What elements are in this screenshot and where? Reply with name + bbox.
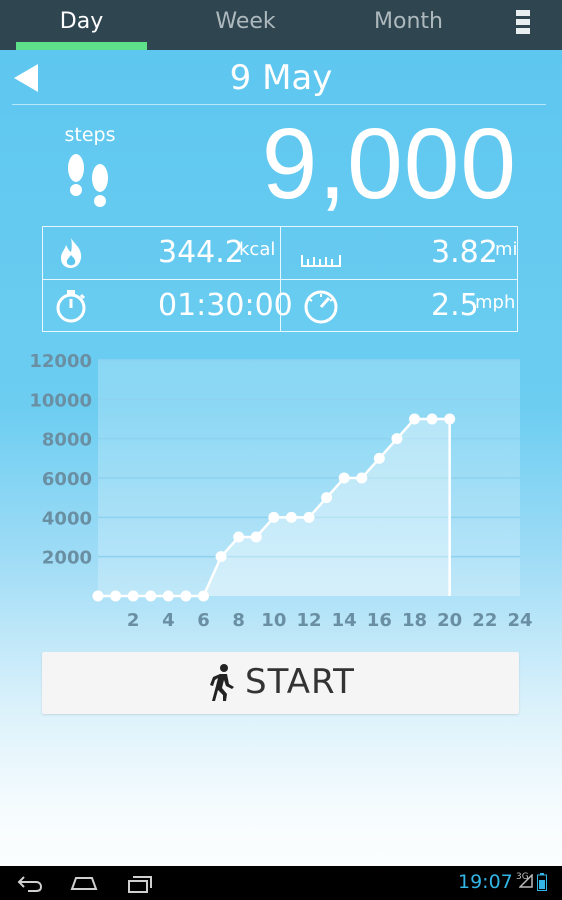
chart-data-point [215, 551, 227, 563]
steps-label: steps [64, 124, 116, 146]
nav-recents-icon[interactable] [126, 872, 154, 894]
speed-unit: mph [475, 292, 516, 313]
chart-data-point [162, 590, 174, 602]
steps-value: 9,000 [261, 108, 517, 220]
footprints-icon [68, 154, 108, 207]
calories-cell: 344.2 kcal [43, 227, 280, 279]
y-tick-label: 8000 [42, 430, 92, 451]
x-tick-label: 12 [296, 610, 321, 631]
steps-chart: 200040006000800010000120002 4 6 8 10 12 14 16 18… [29, 351, 532, 631]
chart-data-point [426, 413, 438, 425]
nav-home-icon[interactable] [70, 872, 98, 894]
flame-icon [61, 238, 82, 268]
tab-bar: Day Week Month [0, 0, 562, 50]
chart-data-point [268, 511, 280, 523]
system-navigation-bar: 19:07 3G [0, 866, 562, 900]
chart-data-point [92, 590, 104, 602]
chart-data-point [180, 590, 192, 602]
stats-grid: 344.2 kcal 3.82 mi 01:30:00 2.5 mph [42, 226, 518, 332]
y-tick-label: 10000 [29, 390, 92, 411]
chart-data-point [145, 590, 157, 602]
battery-icon [537, 873, 547, 891]
calories-value: 344.2 [158, 235, 244, 270]
speedometer-icon [304, 290, 338, 324]
tab-week[interactable]: Week [180, 0, 311, 50]
speed-cell: 2.5 mph [281, 280, 518, 332]
distance-cell: 3.82 mi [281, 227, 518, 279]
duration-value: 01:30:00 [158, 288, 293, 323]
x-tick-label: 20 [437, 610, 462, 631]
x-tick-label: 14 [332, 610, 357, 631]
chart-data-point [127, 590, 139, 602]
y-tick-label: 12000 [29, 351, 92, 372]
distance-value: 3.82 [431, 235, 498, 270]
chart-data-point [409, 413, 420, 425]
x-tick-label: 22 [472, 610, 497, 631]
y-tick-label: 4000 [42, 508, 92, 529]
chart-data-point [198, 590, 209, 602]
overflow-menu-icon[interactable] [516, 10, 530, 38]
chart-data-point [444, 413, 456, 425]
date-title: 9 May [229, 58, 333, 98]
y-tick-label: 6000 [42, 469, 92, 490]
status-clock: 19:07 [458, 871, 513, 893]
walking-person-icon [210, 664, 234, 701]
speed-value: 2.5 [431, 288, 479, 323]
x-tick-label: 24 [507, 610, 532, 631]
calories-unit: kcal [239, 239, 276, 260]
chart-data-point [285, 511, 297, 523]
x-tick-label: 8 [232, 610, 245, 631]
duration-cell: 01:30:00 [43, 280, 293, 332]
x-tick-label: 2 [127, 610, 140, 631]
chart-data-point [303, 511, 315, 523]
chart-data-point [373, 452, 385, 464]
signal-icon [519, 874, 533, 888]
chart-data-point [356, 472, 368, 484]
x-tick-label: 4 [162, 610, 175, 631]
x-tick-label: 16 [367, 610, 392, 631]
active-tab-indicator [16, 42, 147, 50]
chart-data-point [391, 433, 403, 445]
distance-unit: mi [495, 239, 518, 260]
ruler-icon [301, 255, 341, 267]
chart-data-point [338, 472, 350, 484]
chart-data-point [321, 492, 333, 504]
start-button[interactable]: START [42, 652, 519, 714]
x-tick-label: 18 [402, 610, 427, 631]
start-button-label: START [245, 662, 355, 702]
chart-data-point [250, 531, 262, 543]
stopwatch-icon [56, 290, 86, 323]
nav-back-icon[interactable] [16, 872, 44, 894]
y-tick-label: 2000 [42, 548, 92, 569]
x-tick-label: 6 [197, 610, 210, 631]
chart-data-point [233, 531, 245, 543]
tab-month[interactable]: Month [343, 0, 474, 50]
x-tick-label: 10 [261, 610, 286, 631]
chart-data-point [110, 590, 122, 602]
